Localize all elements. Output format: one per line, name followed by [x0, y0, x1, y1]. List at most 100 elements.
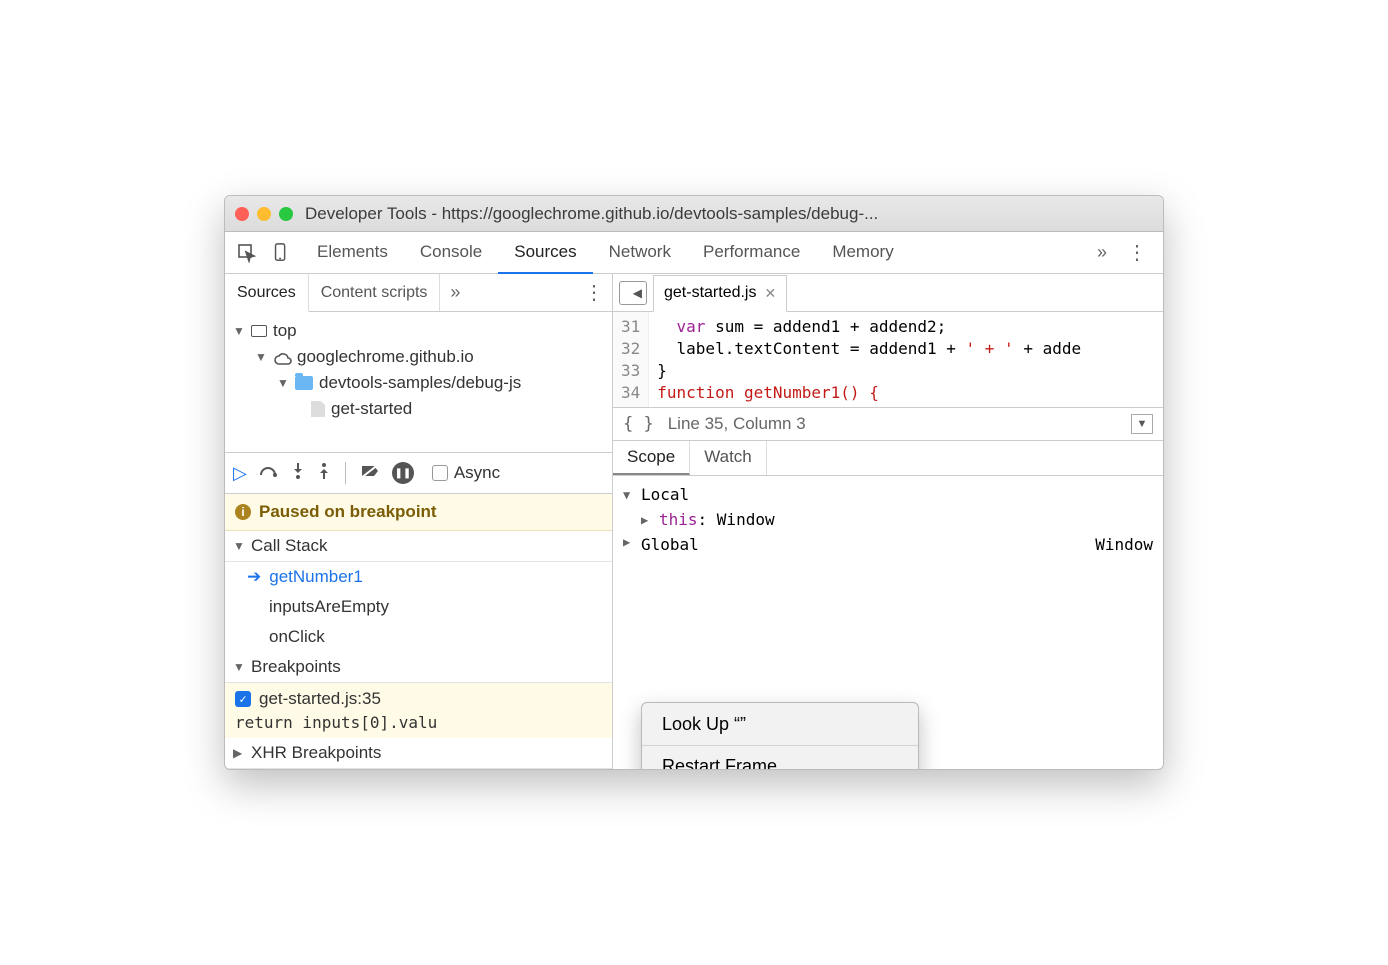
tree-top-label: top: [273, 321, 297, 341]
title-bar: Developer Tools - https://googlechrome.g…: [225, 196, 1163, 232]
navigator-tabs: Sources Content scripts » ⋮: [225, 274, 612, 312]
tab-memory[interactable]: Memory: [816, 231, 909, 274]
scope-tabs: Scope Watch: [613, 441, 1163, 476]
file-tree: ▼ top ▼ googlechrome.github.io ▼ devtool…: [225, 312, 612, 452]
zoom-window-icon[interactable]: [279, 207, 293, 221]
step-out-icon[interactable]: [317, 462, 331, 485]
editor-tabbar: ◀ get-started.js ✕: [613, 274, 1163, 312]
scope-local[interactable]: ▼ Local: [623, 482, 1153, 507]
twisty-icon: ▼: [233, 660, 245, 674]
navigator-tab-content-scripts[interactable]: Content scripts: [309, 274, 441, 311]
resume-icon[interactable]: ▷: [233, 463, 247, 484]
scope-tab-scope[interactable]: Scope: [613, 441, 690, 475]
breakpoints-header[interactable]: ▼ Breakpoints: [225, 652, 612, 683]
callstack-header-label: Call Stack: [251, 536, 328, 556]
tree-folder-label: devtools-samples/debug-js: [319, 373, 521, 393]
breakpoints-header-label: Breakpoints: [251, 657, 341, 677]
deactivate-breakpoints-icon[interactable]: [360, 463, 380, 484]
ctx-look-up[interactable]: Look Up “”: [642, 707, 918, 742]
callstack-frame[interactable]: inputsAreEmpty: [225, 592, 612, 622]
paused-banner: i Paused on breakpoint: [225, 494, 612, 531]
minimize-window-icon[interactable]: [257, 207, 271, 221]
tree-folder[interactable]: ▼ devtools-samples/debug-js: [233, 370, 608, 396]
scope-global[interactable]: ▶Global Window: [623, 532, 1153, 557]
toggle-navigator-icon[interactable]: ◀: [619, 281, 647, 305]
debug-toolbar: ▷ ❚❚ Async: [225, 452, 612, 494]
traffic-lights: [235, 207, 293, 221]
frame-name: inputsAreEmpty: [269, 597, 389, 617]
scope-global-value: Window: [1095, 535, 1153, 554]
xhr-breakpoints-header[interactable]: ▶ XHR Breakpoints: [225, 738, 612, 769]
breakpoint-checkbox-icon[interactable]: ✓: [235, 691, 251, 707]
this-keyword: this: [659, 510, 698, 529]
pretty-print-icon[interactable]: { }: [623, 414, 654, 434]
ctx-restart-frame[interactable]: Restart Frame: [642, 749, 918, 770]
checkbox-icon: [432, 465, 448, 481]
step-over-icon[interactable]: [259, 463, 279, 484]
twisty-icon: ▼: [623, 488, 635, 502]
cursor-position: Line 35, Column 3: [668, 414, 806, 434]
tree-twisty-icon: ▼: [255, 350, 267, 364]
callstack-frame[interactable]: onClick: [225, 622, 612, 652]
ctx-label: Look Up “”: [662, 714, 746, 735]
scope-this[interactable]: ▶ this: Window: [623, 507, 1153, 532]
tree-domain-label: googlechrome.github.io: [297, 347, 474, 367]
inspect-element-icon[interactable]: [233, 239, 261, 267]
twisty-icon: ▼: [233, 539, 245, 553]
ctx-separator: [642, 745, 918, 746]
frame-name: getNumber1: [269, 567, 363, 587]
tree-file-label: get-started: [331, 399, 412, 419]
async-toggle[interactable]: Async: [432, 463, 500, 483]
navigator-kebab-icon[interactable]: ⋮: [576, 280, 612, 305]
content: Sources Content scripts » ⋮ ▼ top ▼ goo: [225, 274, 1163, 769]
tab-network[interactable]: Network: [593, 231, 687, 274]
file-tab[interactable]: get-started.js ✕: [653, 275, 787, 312]
twisty-icon: ▶: [641, 513, 653, 527]
tab-list: Elements Console Sources Network Perform…: [301, 231, 1085, 274]
line-number: 31: [621, 316, 640, 338]
panel-tabs: Elements Console Sources Network Perform…: [225, 232, 1163, 274]
tree-file[interactable]: get-started: [233, 396, 608, 422]
tab-sources[interactable]: Sources: [498, 231, 592, 274]
tree-top[interactable]: ▼ top: [233, 318, 608, 344]
tree-twisty-icon: ▼: [277, 376, 289, 390]
paused-message: Paused on breakpoint: [259, 502, 437, 522]
pause-on-exceptions-icon[interactable]: ❚❚: [392, 462, 414, 484]
window-title: Developer Tools - https://googlechrome.g…: [305, 204, 878, 224]
tab-performance[interactable]: Performance: [687, 231, 816, 274]
editor-status: { } Line 35, Column 3 ▼: [613, 408, 1163, 441]
file-tab-label: get-started.js: [664, 284, 756, 302]
line-number: 34: [621, 382, 640, 404]
left-column: Sources Content scripts » ⋮ ▼ top ▼ goo: [225, 274, 613, 769]
callstack-frame[interactable]: ➔ getNumber1: [225, 562, 612, 592]
more-tabs-icon[interactable]: »: [1091, 242, 1113, 263]
devtools-window: Developer Tools - https://googlechrome.g…: [224, 195, 1164, 770]
close-window-icon[interactable]: [235, 207, 249, 221]
callstack-header[interactable]: ▼ Call Stack: [225, 531, 612, 562]
current-frame-icon: ➔: [247, 567, 261, 587]
editor-dropdown-icon[interactable]: ▼: [1131, 414, 1153, 434]
tab-console[interactable]: Console: [404, 231, 498, 274]
navigator-tab-sources[interactable]: Sources: [225, 274, 309, 312]
xhr-header-label: XHR Breakpoints: [251, 743, 381, 763]
scope-local-label: Local: [641, 485, 689, 504]
close-tab-icon[interactable]: ✕: [764, 285, 776, 302]
scope-body: ▼ Local ▶ this: Window ▶Global Window: [613, 476, 1163, 563]
context-menu: Look Up “” Restart Frame Copy Stack Trac…: [641, 702, 919, 770]
code-body: var sum = addend1 + addend2; label.textC…: [649, 312, 1089, 407]
tab-elements[interactable]: Elements: [301, 231, 404, 274]
code-editor[interactable]: 31 32 33 34 var sum = addend1 + addend2;…: [613, 312, 1163, 408]
device-toolbar-icon[interactable]: [267, 239, 295, 267]
this-value: Window: [717, 510, 775, 529]
scope-tab-watch[interactable]: Watch: [690, 441, 767, 475]
right-column: ◀ get-started.js ✕ 31 32 33 34 var sum =…: [613, 274, 1163, 769]
line-number: 33: [621, 360, 640, 382]
settings-kebab-icon[interactable]: ⋮: [1119, 240, 1155, 265]
tree-domain[interactable]: ▼ googlechrome.github.io: [233, 344, 608, 370]
breakpoint-item[interactable]: ✓ get-started.js:35 return inputs[0].val…: [225, 683, 612, 738]
step-into-icon[interactable]: [291, 462, 305, 485]
async-label: Async: [454, 463, 500, 483]
navigator-more-icon[interactable]: »: [440, 282, 470, 303]
line-number: 32: [621, 338, 640, 360]
tree-twisty-icon: ▼: [233, 324, 245, 338]
